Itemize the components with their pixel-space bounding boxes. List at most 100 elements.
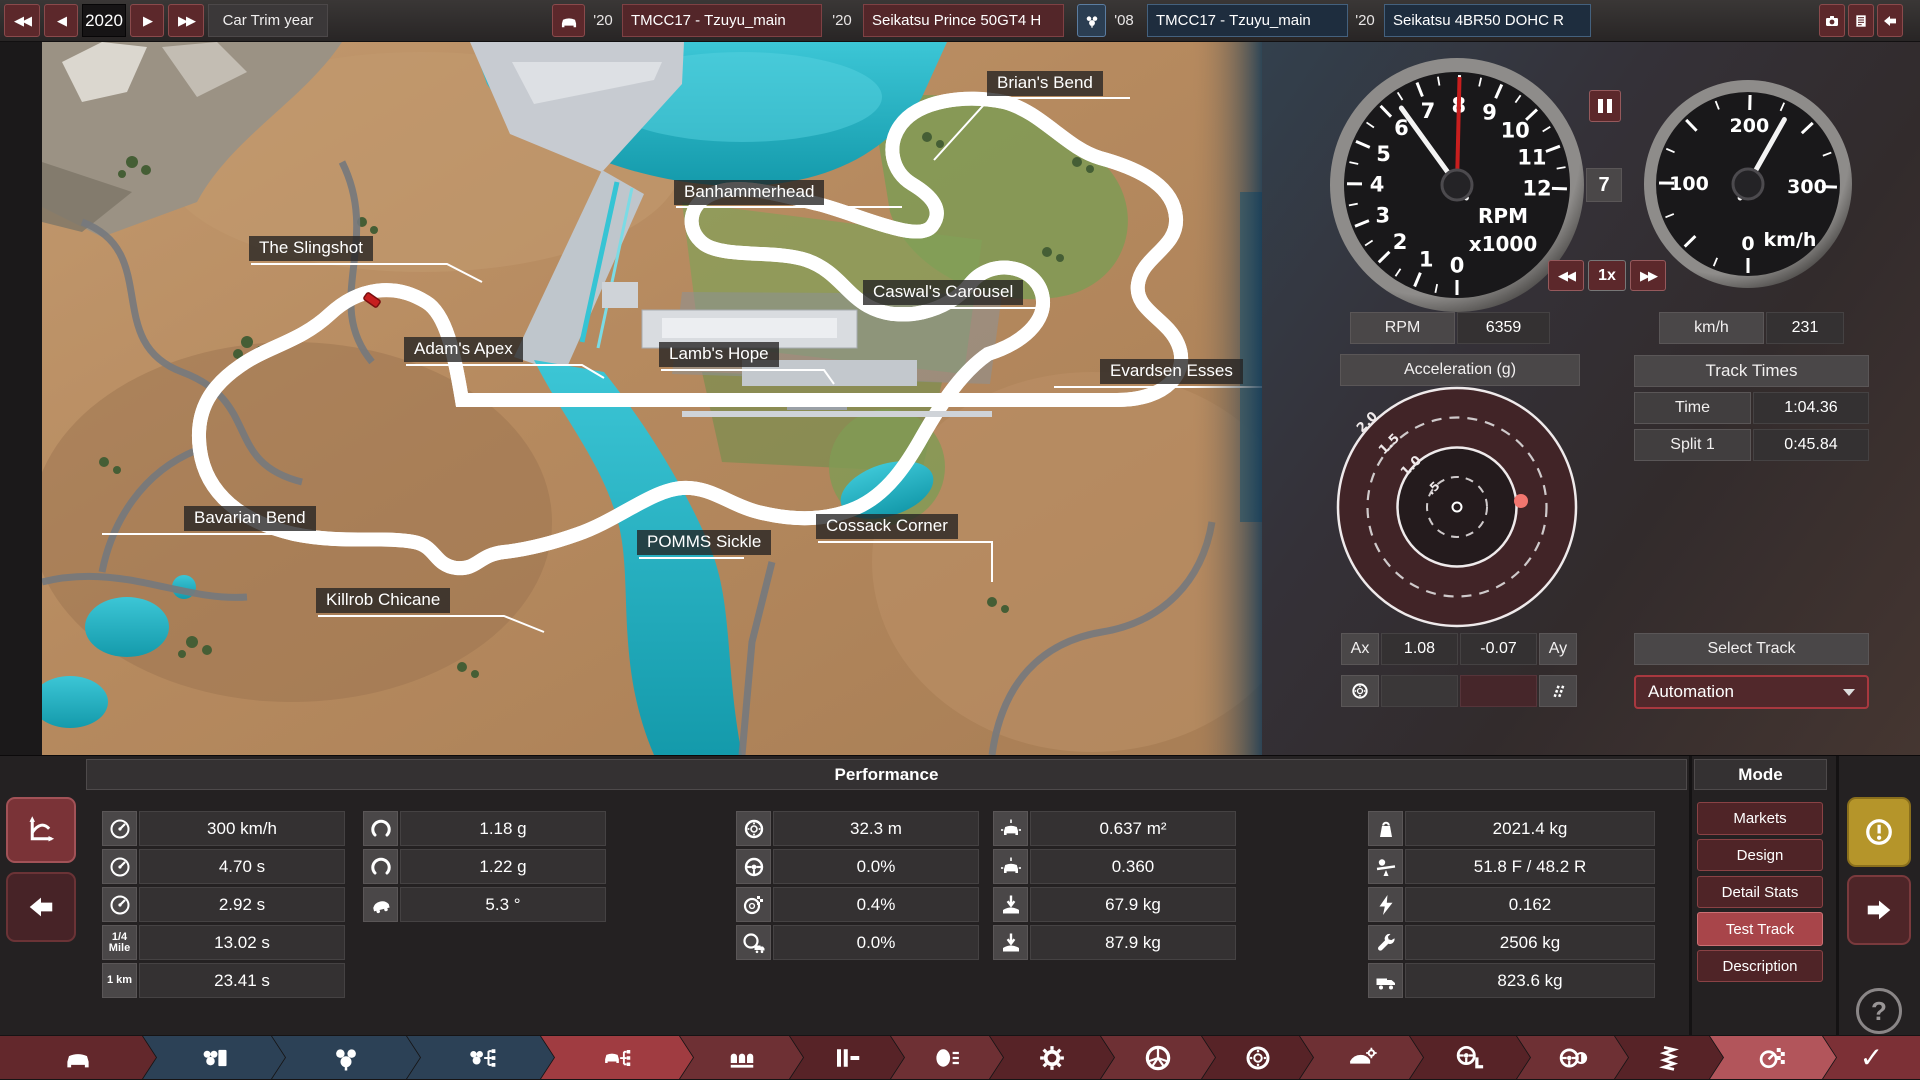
year-display: 2020: [82, 4, 126, 37]
stat-cornering-200m: 1.22 g: [400, 849, 606, 884]
mode-test-track-button[interactable]: Test Track: [1697, 912, 1823, 946]
arrow-left-icon: [1882, 13, 1898, 29]
screenshot-button[interactable]: [1819, 4, 1845, 37]
steering-balance-icon: [1558, 1043, 1588, 1073]
engine-tab-icon-button[interactable]: [1077, 4, 1106, 37]
toolbar-tab-suspension[interactable]: [1615, 1036, 1723, 1079]
warning-icon: [1864, 817, 1894, 847]
split-value: 0:45.84: [1753, 429, 1869, 461]
ax-value: 1.08: [1381, 633, 1458, 665]
previous-page-button[interactable]: [6, 872, 76, 942]
spec-sheet-button[interactable]: [1848, 4, 1874, 37]
engine-icon: [1084, 13, 1100, 29]
camera-icon: [1824, 13, 1840, 29]
double-left-icon: ◀◀: [1558, 267, 1576, 283]
aero-car-icon: [1347, 1043, 1377, 1073]
year-next-button[interactable]: ▶: [130, 4, 164, 37]
corner-label: Killrob Chicane: [316, 588, 451, 613]
time-label: Time: [1634, 392, 1751, 424]
toolbar-tab-driving-aids[interactable]: [1410, 1036, 1530, 1079]
toolbar-tab-car-body[interactable]: [0, 1036, 156, 1079]
svg-text:0: 0: [1741, 233, 1754, 255]
tab-car-trim-2[interactable]: Seikatsu Prince 50GT4 H: [863, 4, 1064, 37]
right-icon: ▶: [143, 12, 153, 28]
tab-engine-2[interactable]: Seikatsu 4BR50 DOHC R: [1384, 4, 1591, 37]
svg-text:4: 4: [1370, 173, 1385, 197]
warnings-button[interactable]: [1847, 797, 1911, 867]
stat-downforce-rear: 87.9 kg: [1030, 925, 1236, 960]
year-first-button[interactable]: ◀◀: [4, 4, 40, 37]
g-meter: 2.0 1.5 1.0 .5: [1336, 386, 1578, 628]
corner-label: Cossack Corner: [816, 514, 958, 539]
toolbar-tab-engine-tuning[interactable]: [407, 1036, 554, 1079]
corner-label: Evardsen Esses: [1100, 359, 1243, 384]
kmh-readout-label: km/h: [1659, 312, 1764, 344]
track-map: Brian's Bend Banhammerhead The Slingshot…: [42, 42, 1262, 755]
mode-description-button[interactable]: Description: [1697, 950, 1823, 982]
corner-label: The Slingshot: [249, 236, 373, 261]
corner-label: Banhammerhead: [674, 180, 825, 205]
brake-fade-towing-icon: [736, 925, 771, 960]
playback-slower-button[interactable]: ◀◀: [1548, 260, 1584, 291]
track-times-header: Track Times: [1634, 355, 1869, 387]
brake-input-bar: [1381, 675, 1458, 707]
year-nav-label: Car Trim year: [208, 4, 328, 37]
toolbar-tab-engine-family[interactable]: [143, 1036, 285, 1079]
kmh-readout-value: 231: [1766, 312, 1844, 344]
year-last-button[interactable]: ▶▶: [168, 4, 204, 37]
toolbar-tab-finish[interactable]: ✓: [1823, 1036, 1920, 1079]
graphs-button[interactable]: [6, 797, 76, 863]
telemetry-panel: 0123456789101112 RPM x1000 0100200300 km…: [1262, 42, 1920, 755]
tab-engine-1[interactable]: TMCC17 - Tzuyu_main: [1147, 4, 1348, 37]
stat-cornering-20m: 1.18 g: [400, 811, 606, 846]
arrow-left-icon: [26, 892, 56, 922]
svg-text:1: 1: [1419, 247, 1434, 271]
back-button[interactable]: [1877, 4, 1903, 37]
pause-button[interactable]: [1589, 90, 1621, 122]
toolbar-tab-wheels[interactable]: [1101, 1036, 1215, 1079]
track-map-art: [42, 42, 1262, 755]
track-dropdown-value: Automation: [1648, 682, 1734, 701]
track-dropdown[interactable]: Automation: [1634, 675, 1869, 709]
toolbar-tab-drivetrain[interactable]: [990, 1036, 1114, 1079]
accel-80-120-icon: [102, 887, 137, 922]
toolbar-tab-gearbox[interactable]: [790, 1036, 904, 1079]
cornering-20m-icon: [363, 811, 398, 846]
tab-car-trim-1[interactable]: TMCC17 - Tzuyu_main: [622, 4, 822, 37]
cornering-200m-icon: [363, 849, 398, 884]
svg-text:300: 300: [1787, 176, 1827, 198]
toolbar-tab-brakes[interactable]: [1202, 1036, 1313, 1079]
stat-accel-0-100: 4.70 s: [139, 849, 345, 884]
mode-design-button[interactable]: Design: [1697, 839, 1823, 871]
playback-faster-button[interactable]: ▶▶: [1630, 260, 1666, 291]
toolbar-tab-lights[interactable]: [891, 1036, 1003, 1079]
ay-value: -0.07: [1460, 633, 1537, 665]
car-tab-icon-button[interactable]: [552, 4, 585, 37]
help-button[interactable]: ?: [1856, 988, 1902, 1034]
tab-year-tag: '20: [593, 12, 613, 29]
mode-detail-stats-button[interactable]: Detail Stats: [1697, 876, 1823, 908]
toolbar-tab-test-track[interactable]: [1710, 1036, 1836, 1079]
toolbar-tab-aero[interactable]: [1300, 1036, 1423, 1079]
toolbar-tab-brake-setup[interactable]: [1517, 1036, 1628, 1079]
corner-label: Caswal's Carousel: [863, 280, 1024, 305]
svg-text:100: 100: [1669, 173, 1709, 195]
performance-header: Performance: [86, 759, 1687, 790]
stat-brake-bias: 0.0%: [773, 849, 979, 884]
next-page-button[interactable]: [1847, 875, 1911, 945]
top-speed-icon: [102, 811, 137, 846]
stat-power-to-weight: 0.162: [1405, 887, 1655, 922]
divider: [1689, 756, 1692, 1036]
corner-label: Adam's Apex: [404, 337, 523, 362]
toolbar-tab-car-trim[interactable]: [541, 1036, 693, 1079]
toolbar-tab-engine-variant[interactable]: [272, 1036, 420, 1079]
mode-markets-button[interactable]: Markets: [1697, 802, 1823, 835]
g-dot: [1514, 494, 1528, 508]
stat-weight: 2021.4 kg: [1405, 811, 1655, 846]
playback-speed-button[interactable]: 1x: [1588, 260, 1626, 291]
check-icon: ✓: [1859, 1042, 1884, 1073]
select-track-button[interactable]: Select Track: [1634, 633, 1869, 665]
year-prev-button[interactable]: ◀: [44, 4, 78, 37]
toolbar-tab-interior[interactable]: [680, 1036, 803, 1079]
stat-frontal-area: 0.637 m²: [1030, 811, 1236, 846]
